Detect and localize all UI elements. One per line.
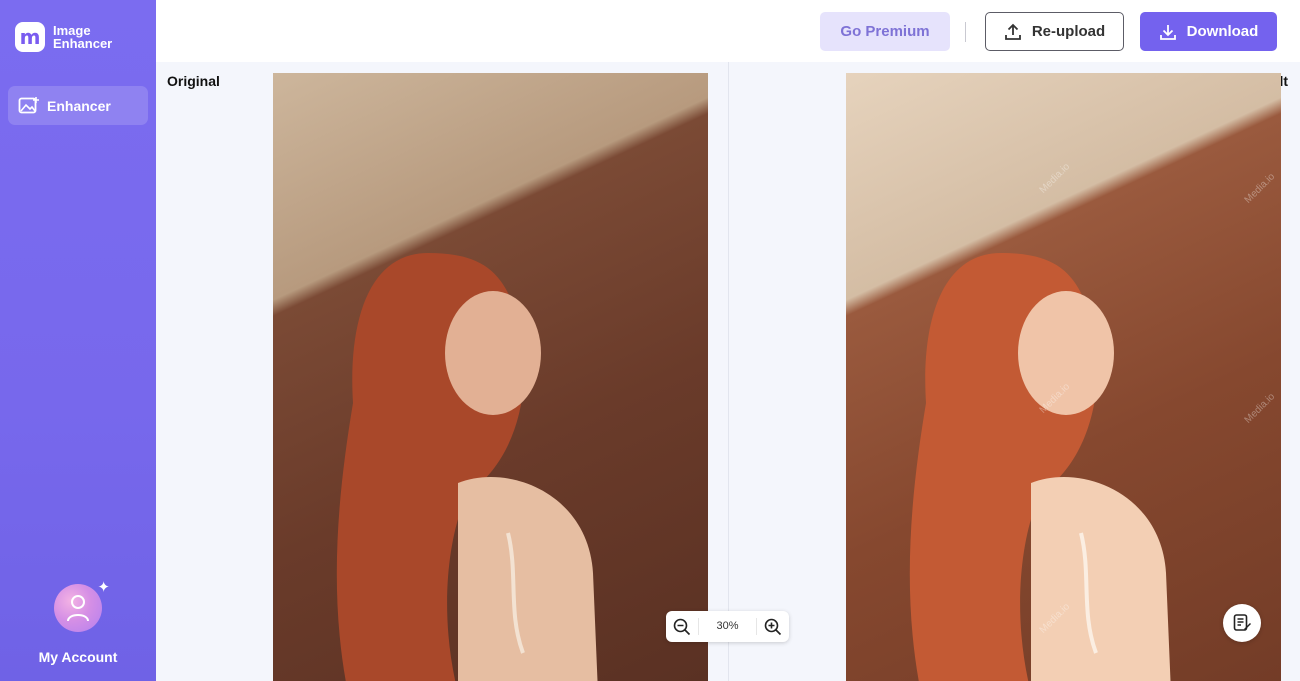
avatar[interactable]: ✦ [54, 579, 110, 632]
zoom-control: 30% [666, 611, 789, 642]
download-icon [1159, 24, 1176, 40]
watermark: Media.io [1037, 161, 1073, 196]
result-image: Media.io Media.io Media.io Media.io Medi… [846, 73, 1281, 681]
go-premium-button[interactable]: Go Premium [820, 12, 950, 51]
brand-name-line2: Enhancer [53, 36, 113, 51]
brand-name: Image Enhancer [53, 24, 112, 50]
download-button[interactable]: Download [1140, 12, 1277, 51]
brand-logo: m [15, 22, 45, 52]
pane-divider [728, 62, 729, 681]
sidebar-item-label: Enhancer [47, 97, 111, 114]
portrait-figure [909, 253, 1171, 681]
comparison-area: Original Result Media.io Media.io Media.… [156, 62, 1300, 681]
sidebar-item-enhancer[interactable]: Enhancer [8, 86, 148, 125]
edit-note-icon [1233, 614, 1251, 631]
feedback-button[interactable] [1223, 604, 1261, 642]
toolbar-separator [965, 22, 966, 42]
zoom-out-icon [673, 618, 691, 635]
watermark: Media.io [1242, 391, 1278, 426]
brand[interactable]: m Image Enhancer [15, 22, 112, 52]
image-enhance-icon [18, 96, 39, 113]
my-account-link[interactable]: My Account [0, 649, 156, 665]
zoom-level: 30% [698, 618, 757, 635]
sparkle-icon: ✦ [97, 579, 110, 596]
reupload-button[interactable]: Re-upload [985, 12, 1124, 51]
account-section: ✦ My Account [0, 578, 156, 665]
zoom-in-button[interactable] [757, 611, 789, 642]
portrait-figure [336, 253, 598, 681]
download-label: Download [1186, 23, 1259, 40]
original-label: Original [167, 73, 220, 89]
original-image [273, 73, 708, 681]
zoom-out-button[interactable] [666, 611, 698, 642]
watermark: Media.io [1242, 171, 1278, 206]
reupload-label: Re-upload [1031, 23, 1106, 40]
top-toolbar: Go Premium Re-upload Download [156, 0, 1300, 62]
sidebar: m Image Enhancer Enhancer ✦ My Account [0, 0, 156, 681]
user-icon [67, 595, 89, 622]
zoom-in-icon [764, 618, 782, 635]
upload-icon [1004, 23, 1021, 40]
